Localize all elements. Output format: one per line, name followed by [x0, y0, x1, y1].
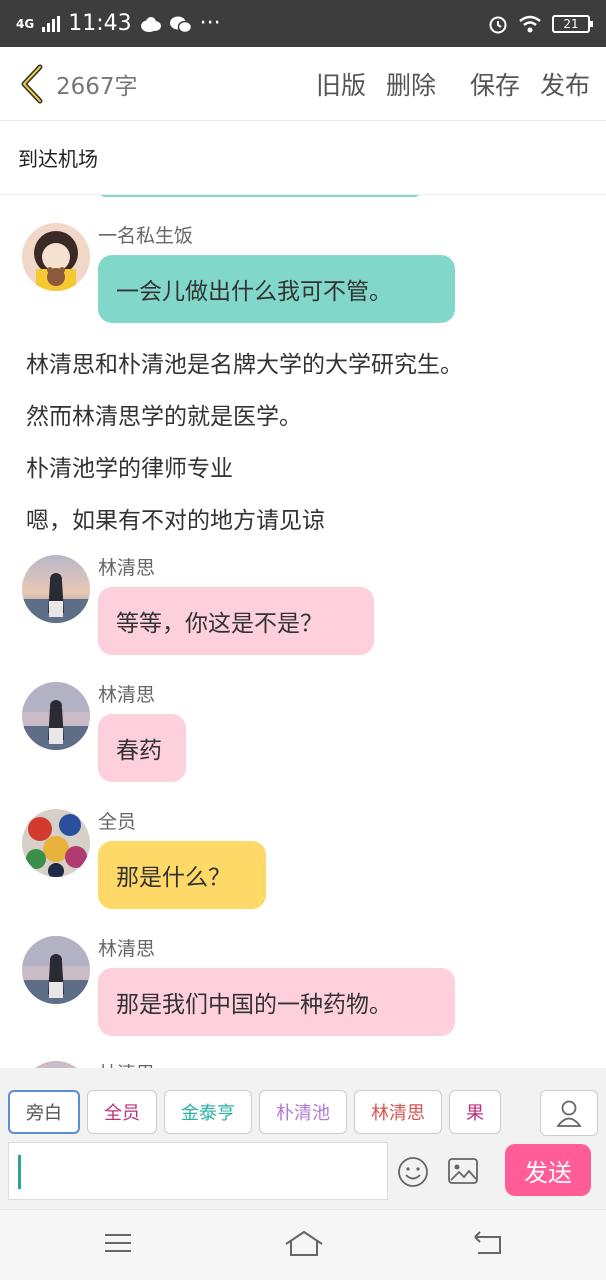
chapter-title[interactable]: 到达机场 [0, 121, 606, 195]
narration-line[interactable]: 朴清池学的律师专业 [26, 449, 233, 483]
network-indicator: 4G [16, 16, 35, 31]
battery-icon: 21 [552, 14, 593, 33]
signal-icon [42, 15, 61, 32]
send-button[interactable]: 发送 [505, 1144, 591, 1196]
save-button[interactable]: 保存 [470, 66, 520, 102]
role-manage-button[interactable] [540, 1090, 598, 1136]
wechat-icon [169, 16, 192, 33]
role-label: 果 [466, 1103, 484, 1124]
status-bar: 4G 11:43 ··· 21 [0, 0, 606, 47]
girl-with-bear-avatar[interactable] [22, 223, 90, 291]
cloud-icon [140, 16, 161, 32]
chevron-left-icon [21, 64, 43, 103]
role-label: 朴清池 [276, 1103, 330, 1124]
sunset-girl-avatar[interactable] [22, 682, 90, 750]
more-dots-icon: ··· [199, 11, 221, 36]
home-icon [285, 1230, 323, 1256]
message-bubble[interactable]: 春药 [98, 714, 186, 782]
system-nav-bar [0, 1209, 606, 1280]
sender-name: 全员 [98, 811, 137, 833]
menu-icon [105, 1234, 131, 1252]
role-chip[interactable]: 朴清池 [259, 1090, 347, 1134]
sunset-girl-avatar[interactable] [22, 1061, 90, 1068]
message-bubble[interactable]: 一会儿做出什么我可不管。 [98, 255, 455, 323]
narration-line[interactable]: 林清思和朴清池是名牌大学的大学研究生。 [26, 345, 463, 379]
sender-name: 林清思 [98, 684, 156, 706]
wifi-icon [519, 15, 541, 32]
image-button[interactable] [447, 1156, 479, 1190]
sunset-girl-avatar[interactable] [22, 936, 90, 1004]
image-icon [448, 1158, 478, 1184]
return-icon [474, 1231, 501, 1254]
sender-name: 林清思 [98, 1059, 155, 1068]
role-chip[interactable]: 金泰亨 [164, 1090, 252, 1134]
role-label: 旁白 [26, 1103, 62, 1124]
emoji-button[interactable] [397, 1156, 429, 1192]
role-chip[interactable]: 旁白 [8, 1090, 80, 1134]
old-version-button[interactable]: 旧版 [316, 66, 366, 102]
role-label: 林清思 [371, 1103, 425, 1124]
alarm-icon [489, 16, 507, 33]
role-chip[interactable]: 林清思 [354, 1090, 442, 1134]
status-time: 11:43 [68, 11, 132, 36]
narration-line[interactable]: 嗯，如果有不对的地方请见谅 [26, 501, 325, 535]
narration-line[interactable]: 然而林清思学的就是医学。 [26, 397, 302, 431]
previous-bubble [100, 195, 420, 197]
input-area: 旁白 全员 金泰亨 朴清池 林清思 果 发送 [0, 1068, 606, 1209]
message-bubble[interactable]: 等等，你这是不是？ [98, 587, 374, 655]
smiley-icon [398, 1157, 428, 1187]
back-button[interactable] [16, 64, 46, 104]
message-input[interactable] [8, 1142, 388, 1200]
battery-level: 21 [563, 16, 579, 31]
user-icon [556, 1100, 582, 1127]
role-label: 全员 [104, 1103, 140, 1124]
return-button[interactable] [470, 1228, 506, 1262]
home-button[interactable] [284, 1228, 324, 1262]
word-count: 2667字 [56, 73, 138, 100]
sunset-girl-avatar[interactable] [22, 555, 90, 623]
sender-name: 林清思 [98, 557, 156, 579]
role-selector[interactable]: 旁白 全员 金泰亨 朴清池 林清思 果 [8, 1090, 538, 1136]
message-bubble[interactable]: 那是什么？ [98, 841, 266, 909]
editor-toolbar: 2667字 旧版 删除 保存 发布 [0, 47, 606, 121]
role-chip[interactable]: 果 [449, 1090, 501, 1134]
role-label: 金泰亨 [181, 1103, 235, 1124]
sender-name: 林清思 [98, 938, 156, 960]
group-colorful-avatar[interactable] [22, 809, 90, 877]
sender-name: 一名私生饭 [98, 225, 194, 247]
text-caret [18, 1155, 21, 1189]
chat-content[interactable]: 一名私生饭 一会儿做出什么我可不管。 林清思和朴清池是名牌大学的大学研究生。 然… [0, 195, 606, 1068]
message-bubble[interactable]: 那是我们中国的一种药物。 [98, 968, 455, 1036]
menu-button[interactable] [102, 1228, 134, 1262]
role-chip[interactable]: 全员 [87, 1090, 157, 1134]
publish-button[interactable]: 发布 [540, 66, 590, 102]
delete-button[interactable]: 删除 [386, 66, 436, 102]
